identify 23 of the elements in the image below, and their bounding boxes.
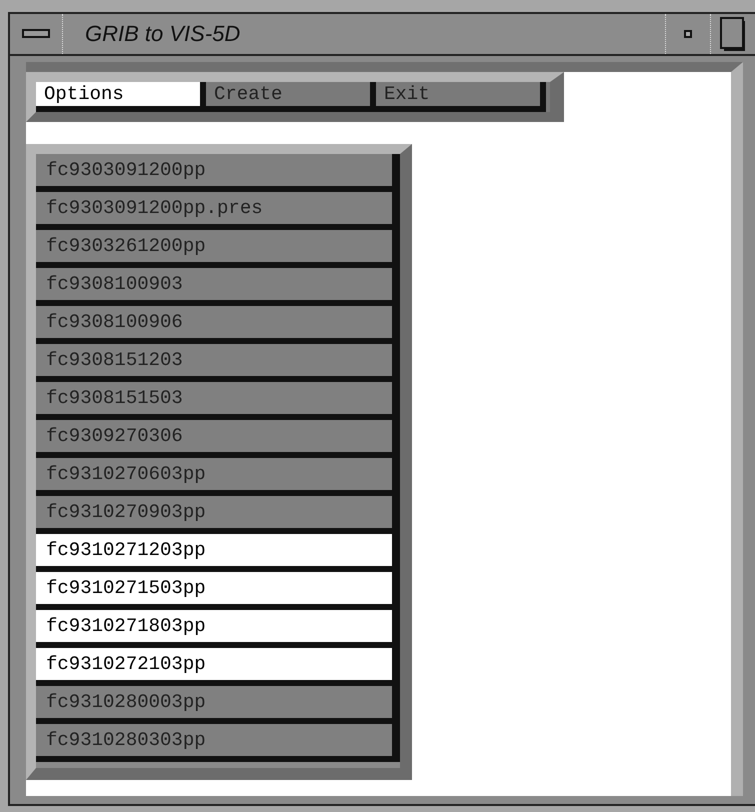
menu-button[interactable]: Create [206, 82, 376, 112]
file-item[interactable]: fc9303091200pp [36, 154, 400, 192]
file-item[interactable]: fc9310270603pp [36, 458, 400, 496]
file-item[interactable]: fc9308100906 [36, 306, 400, 344]
file-item[interactable]: fc9310270903pp [36, 496, 400, 534]
file-item[interactable]: fc9310280003pp [36, 686, 400, 724]
menu-button[interactable]: Options [36, 82, 206, 112]
file-item[interactable]: fc9310271203pp [36, 534, 400, 572]
square-icon [720, 17, 746, 51]
file-item[interactable]: fc9308151203 [36, 344, 400, 382]
file-item[interactable]: fc9309270306 [36, 420, 400, 458]
file-item[interactable]: fc9308100903 [36, 268, 400, 306]
bar-icon [22, 29, 50, 39]
file-item[interactable]: fc9310271503pp [36, 572, 400, 610]
square-icon [684, 30, 692, 38]
window-title: GRIB to VIS-5D [84, 20, 242, 48]
file-item[interactable]: fc9310271803pp [36, 610, 400, 648]
file-item[interactable]: fc9303261200pp [36, 230, 400, 268]
file-item[interactable]: fc9303091200pp.pres [36, 192, 400, 230]
file-item[interactable]: fc9310280303pp [36, 724, 400, 762]
file-item[interactable]: fc9310272103pp [36, 648, 400, 686]
file-item[interactable]: fc9308151503 [36, 382, 400, 420]
menu-button[interactable]: Exit [376, 82, 546, 112]
